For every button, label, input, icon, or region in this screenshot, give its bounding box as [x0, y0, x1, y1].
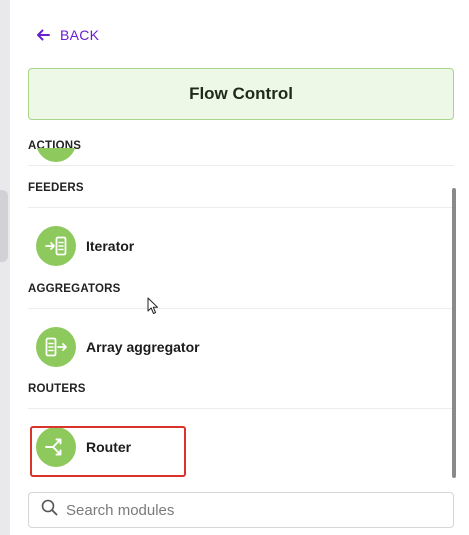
section-routers: ROUTERS — [28, 383, 86, 395]
back-button[interactable]: BACK — [36, 27, 99, 43]
module-array-aggregator[interactable]: Array aggregator — [36, 327, 200, 367]
divider — [28, 408, 454, 409]
router-highlight-box — [30, 426, 186, 477]
divider — [28, 308, 454, 309]
left-panel-edge — [0, 0, 10, 535]
arrow-left-icon — [36, 29, 50, 41]
panel-title: Flow Control — [28, 68, 454, 120]
action-module-icon-partial — [36, 148, 76, 166]
divider — [28, 165, 454, 166]
panel-title-text: Flow Control — [189, 84, 293, 103]
search-icon — [41, 499, 58, 521]
module-label: Iterator — [86, 238, 135, 254]
panel-resize-handle[interactable] — [0, 190, 8, 262]
module-label: Array aggregator — [86, 339, 200, 355]
mouse-pointer-icon — [147, 297, 159, 320]
array-aggregator-icon — [36, 327, 76, 367]
section-feeders: FEEDERS — [28, 182, 84, 194]
divider — [28, 207, 454, 208]
scrollbar[interactable] — [452, 188, 456, 478]
search-box[interactable] — [28, 492, 454, 528]
iterator-icon — [36, 226, 76, 266]
back-label: BACK — [60, 27, 100, 43]
section-aggregators: AGGREGATORS — [28, 283, 121, 295]
search-input[interactable] — [66, 501, 426, 519]
module-iterator[interactable]: Iterator — [36, 226, 134, 266]
